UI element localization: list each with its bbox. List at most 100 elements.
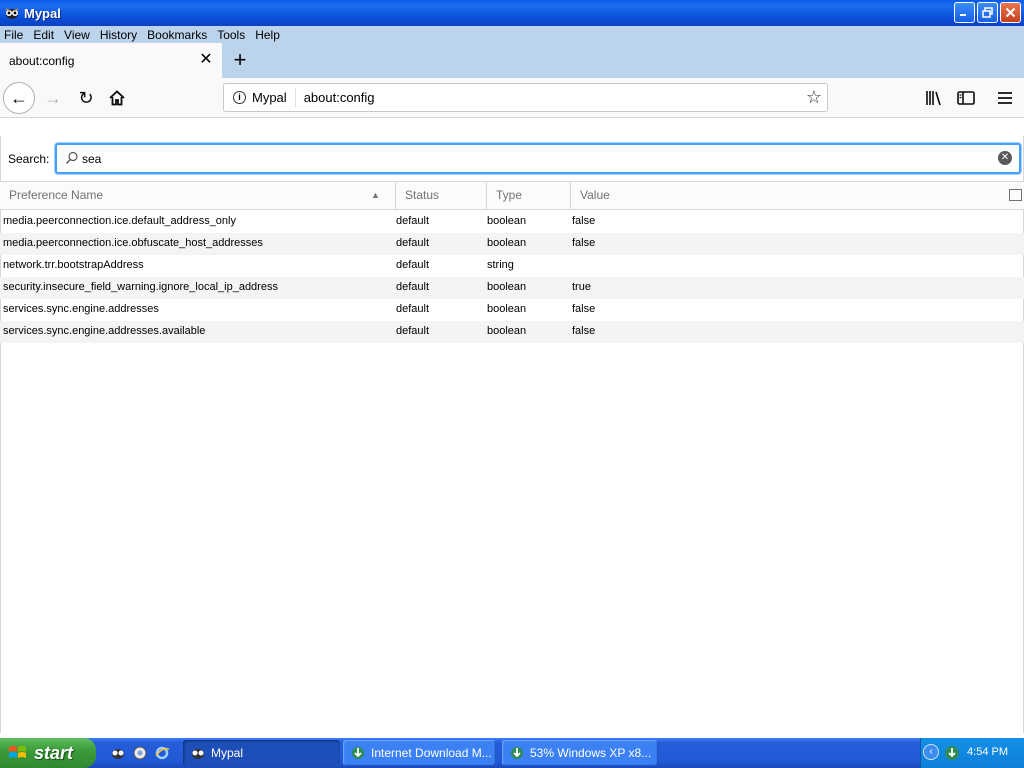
task-label: Mypal (211, 746, 244, 760)
url-text[interactable]: about:config (304, 90, 375, 105)
pref-status: default (396, 303, 430, 315)
config-search-row: Search: sea ✕ (0, 140, 1024, 176)
pref-status: default (396, 281, 430, 293)
clock[interactable]: 4:54 PM (967, 746, 1008, 758)
pref-value: false (572, 237, 596, 249)
site-identity[interactable]: i Mypal (224, 88, 296, 107)
pref-table-header: Preference Name ▲ Status Type Value (0, 181, 1024, 210)
quicklaunch-ie-icon[interactable] (154, 745, 170, 761)
table-row[interactable]: media.peerconnection.ice.default_address… (0, 211, 1024, 233)
pref-name: network.trr.bootstrapAddress (3, 259, 144, 271)
tab-label: about:config (9, 53, 75, 68)
taskbar: start Mypal Internet Download M... 53% W… (0, 738, 1024, 768)
pref-table-body: media.peerconnection.ice.default_address… (0, 211, 1024, 343)
idm-tray-icon[interactable] (943, 744, 961, 762)
sort-ascending-icon: ▲ (371, 190, 380, 200)
pref-status: default (396, 325, 430, 337)
pref-type: boolean (487, 281, 527, 293)
table-row[interactable]: services.sync.engine.addresses default b… (0, 299, 1024, 321)
tab-close-icon[interactable]: ✕ (198, 52, 214, 68)
table-row[interactable]: media.peerconnection.ice.obfuscate_host_… (0, 233, 1024, 255)
tab-about-config[interactable]: about:config ✕ (0, 43, 222, 78)
restore-icon (982, 7, 993, 18)
library-icon[interactable] (923, 87, 945, 109)
quicklaunch-settings-icon[interactable] (132, 745, 148, 761)
pref-name: media.peerconnection.ice.obfuscate_host_… (3, 237, 263, 249)
bookmark-star-icon[interactable]: ☆ (806, 87, 822, 108)
close-window-button[interactable] (1000, 2, 1021, 23)
search-label: Search: (8, 152, 50, 166)
search-icon (65, 151, 78, 164)
table-row[interactable]: services.sync.engine.addresses.available… (0, 321, 1024, 343)
column-header-status[interactable]: Status (396, 182, 487, 209)
task-label: Internet Download M... (371, 746, 492, 760)
table-row[interactable]: network.trr.bootstrapAddress default str… (0, 255, 1024, 277)
column-header-name[interactable]: Preference Name (0, 182, 396, 209)
reload-button[interactable]: ↻ (70, 82, 102, 114)
column-header-type-label: Type (496, 188, 523, 202)
reload-icon: ↻ (78, 87, 94, 108)
menu-file[interactable]: File (0, 28, 28, 42)
tab-strip: about:config ✕ + (0, 43, 1024, 78)
system-tray: ‹ 4:54 PM (920, 738, 1024, 768)
title-bar[interactable]: Mypal (0, 0, 1024, 26)
pref-value: false (572, 325, 596, 337)
pref-type: boolean (487, 237, 527, 249)
sidebar-icon[interactable] (955, 87, 977, 109)
home-button[interactable] (101, 82, 133, 114)
start-button[interactable]: start (0, 738, 96, 768)
pref-value: false (572, 215, 596, 227)
mypal-app-icon (4, 5, 20, 21)
maximize-button[interactable] (977, 2, 998, 23)
show-hidden-icons-icon[interactable]: ‹ (923, 744, 939, 760)
menu-view[interactable]: View (59, 28, 95, 42)
windows-logo-icon (9, 746, 26, 758)
pref-status: default (396, 237, 430, 249)
url-bar[interactable]: i Mypal about:config ☆ (223, 83, 828, 112)
close-icon (1005, 7, 1016, 18)
pref-value: false (572, 303, 596, 315)
pref-type: string (487, 259, 514, 271)
pref-type: boolean (487, 303, 527, 315)
task-button-download[interactable]: 53% Windows XP x8... (502, 740, 658, 766)
table-row[interactable]: security.insecure_field_warning.ignore_l… (0, 277, 1024, 299)
column-header-status-label: Status (405, 188, 440, 202)
hamburger-menu-icon[interactable] (994, 87, 1016, 109)
minimize-button[interactable] (954, 2, 975, 23)
forward-button[interactable]: → (37, 82, 69, 114)
menu-bookmarks[interactable]: Bookmarks (142, 28, 212, 42)
back-button[interactable]: ← (3, 82, 35, 114)
menu-help[interactable]: Help (250, 28, 285, 42)
task-button-mypal[interactable]: Mypal (183, 740, 340, 766)
identity-label: Mypal (252, 90, 287, 105)
pref-type: boolean (487, 325, 527, 337)
clear-search-icon[interactable]: ✕ (998, 151, 1012, 165)
start-label: start (34, 742, 74, 763)
menu-bar: File Edit View History Bookmarks Tools H… (0, 26, 1024, 43)
column-header-value-label: Value (580, 188, 610, 202)
column-header-value[interactable]: Value (571, 182, 1008, 209)
window-title: Mypal (24, 5, 61, 21)
quicklaunch-mypal-icon[interactable] (110, 745, 126, 761)
column-picker-icon[interactable] (1009, 189, 1022, 201)
pref-status: default (396, 259, 430, 271)
search-input[interactable]: sea ✕ (55, 143, 1021, 174)
menu-tools[interactable]: Tools (212, 28, 250, 42)
pref-type: boolean (487, 215, 527, 227)
mypal-task-icon (192, 749, 204, 759)
task-button-idm[interactable]: Internet Download M... (343, 740, 496, 766)
forward-arrow-icon: → (44, 87, 62, 108)
pref-status: default (396, 215, 430, 227)
pref-name: media.peerconnection.ice.default_address… (3, 215, 236, 227)
column-header-type[interactable]: Type (487, 182, 571, 209)
pref-name: security.insecure_field_warning.ignore_l… (3, 281, 278, 293)
pref-value: true (572, 281, 591, 293)
menu-history[interactable]: History (95, 28, 142, 42)
home-icon (109, 90, 125, 106)
search-value: sea (82, 152, 102, 166)
info-icon: i (233, 91, 246, 104)
nav-bar: ← → ↻ i Mypal about:config ☆ (0, 78, 1024, 118)
menu-edit[interactable]: Edit (28, 28, 59, 42)
new-tab-button[interactable]: + (230, 49, 250, 71)
download-task-icon (511, 747, 523, 759)
